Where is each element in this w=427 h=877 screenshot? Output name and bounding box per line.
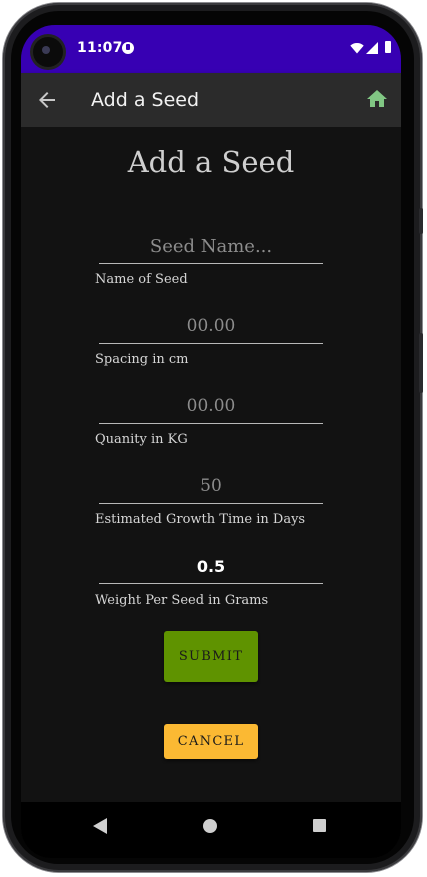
nav-home-icon[interactable] [203,819,217,833]
cancel-button[interactable]: CANCEL [164,724,258,759]
status-time: 11:07 [77,40,123,56]
status-bar: 11:07 [21,25,401,73]
spacing-field[interactable] [99,309,323,344]
screen: 11:07 Add a Seed Add a Seed Name of Seed… [21,25,401,858]
growth-time-label: Estimated Growth Time in Days [95,512,306,527]
quantity-field[interactable] [99,389,323,424]
add-seed-form: Add a Seed Name of Seed Spacing in cm Qu… [21,127,401,802]
spacing-input[interactable] [99,309,323,343]
front-camera [33,37,63,67]
system-nav-bar [21,802,401,858]
submit-button[interactable]: SUBMIT [164,631,258,682]
notification-app-icon [122,42,134,54]
quantity-input[interactable] [99,389,323,423]
quantity-label: Quanity in KG [95,432,188,447]
spacing-label: Spacing in cm [95,352,189,367]
growth-time-field[interactable] [99,469,323,504]
nav-back-icon[interactable] [93,818,107,834]
weight-per-seed-label: Weight Per Seed in Grams [95,593,269,608]
page-heading: Add a Seed [127,145,295,179]
growth-time-input[interactable] [99,469,323,503]
nav-recents-icon[interactable] [313,819,326,832]
cell-signal-icon [366,42,378,54]
weight-per-seed-field[interactable] [99,549,323,584]
wifi-icon [350,43,364,54]
device-side-button [419,208,423,234]
device-volume-button [419,333,423,393]
home-icon[interactable] [365,87,389,111]
arrow-back-icon[interactable] [35,88,59,112]
seed-name-label: Name of Seed [95,272,188,287]
seed-name-input[interactable] [99,229,323,263]
battery-icon [385,41,391,53]
app-bar-title: Add a Seed [91,89,200,111]
weight-per-seed-input[interactable] [99,549,323,583]
app-bar: Add a Seed [21,73,401,127]
seed-name-field[interactable] [99,229,323,264]
